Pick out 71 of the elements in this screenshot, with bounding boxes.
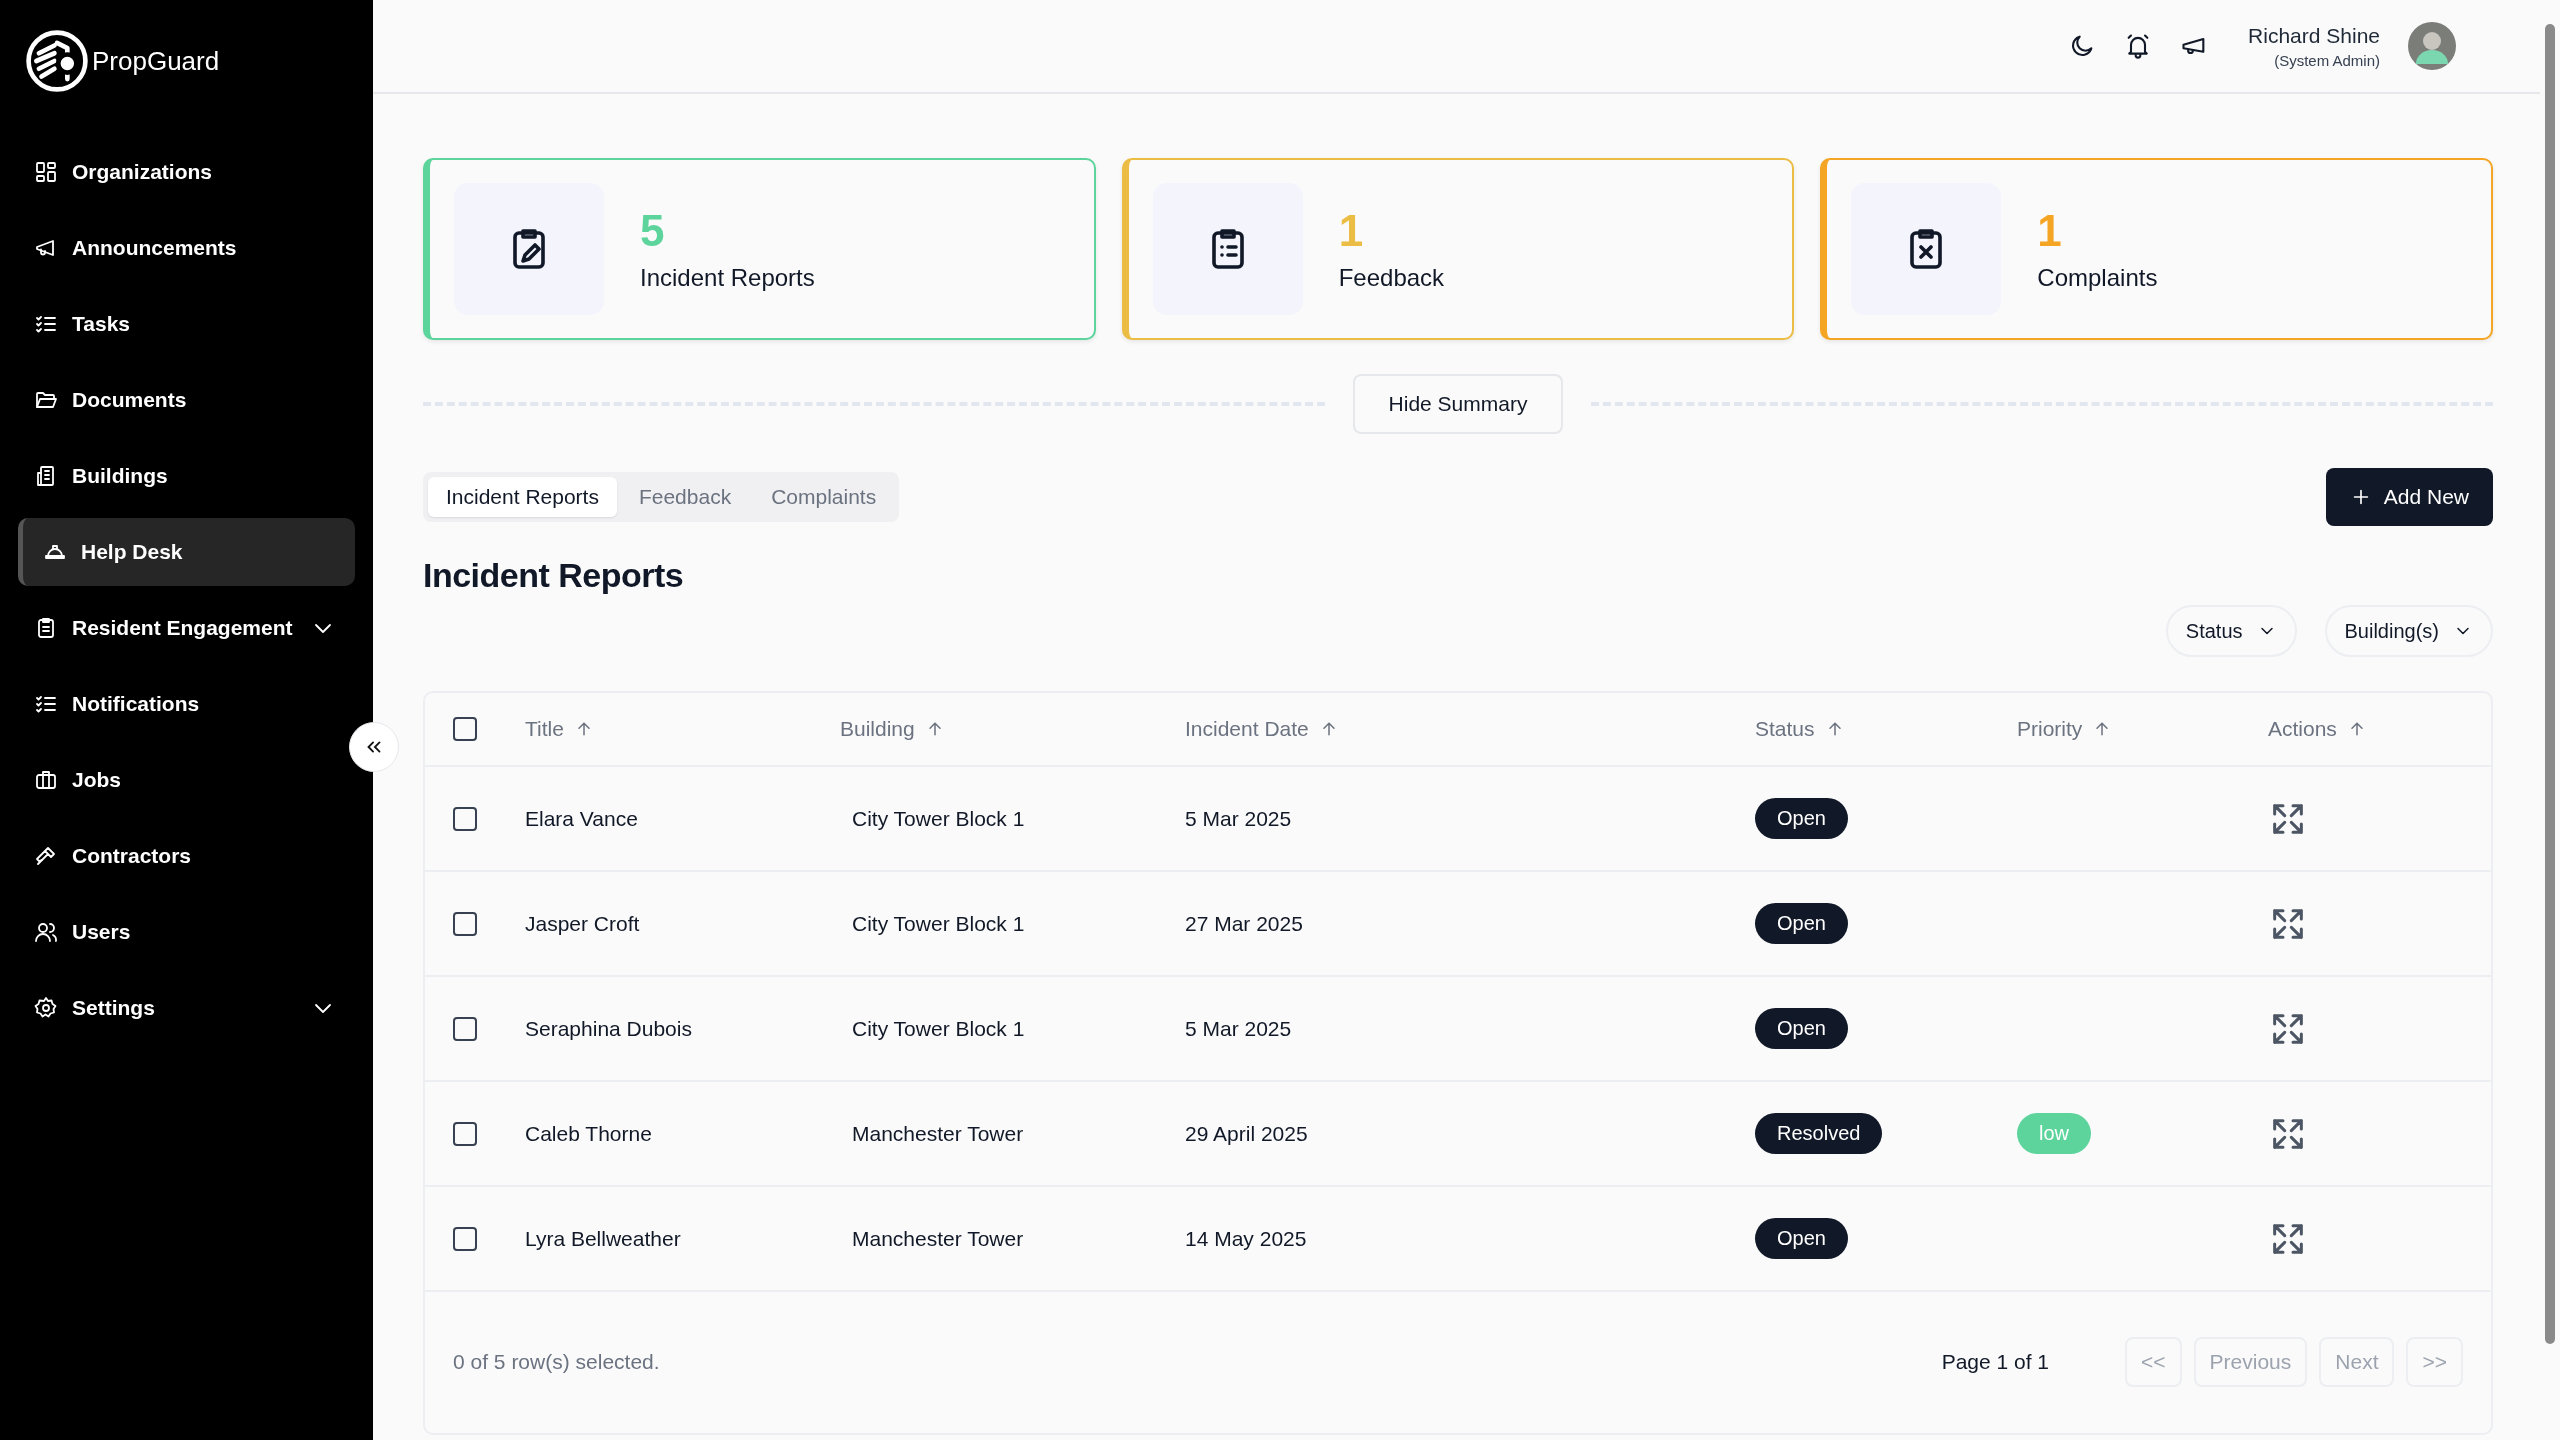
table-cell: 29 April 2025 bbox=[1185, 1121, 1308, 1146]
table-cell: 5 Mar 2025 bbox=[1185, 806, 1292, 831]
sidebar-item[interactable]: Organizations bbox=[18, 138, 355, 206]
column-header[interactable]: Status bbox=[1755, 717, 1845, 741]
sidebar-item[interactable]: Jobs bbox=[18, 746, 355, 814]
briefcase-icon bbox=[34, 768, 58, 792]
tab[interactable]: Complaints bbox=[753, 477, 895, 517]
row-checkbox[interactable] bbox=[453, 1226, 477, 1251]
row-checkbox[interactable] bbox=[453, 1121, 477, 1146]
table-cell: City Tower Block 1 bbox=[852, 806, 1025, 831]
sidebar-item[interactable]: Tasks bbox=[18, 290, 355, 358]
count: 1 bbox=[2037, 206, 2063, 256]
table-cell: 14 May 2025 bbox=[1185, 1226, 1307, 1251]
card-label: Complaints bbox=[2037, 264, 2158, 292]
column-header[interactable]: Title bbox=[525, 717, 594, 741]
row-checkbox[interactable] bbox=[453, 911, 477, 936]
brand-name: PropGuard bbox=[92, 45, 220, 77]
add-new-button[interactable]: Add New bbox=[2325, 468, 2493, 526]
settings-icon bbox=[34, 996, 58, 1020]
sidebar-item[interactable]: Notifications bbox=[18, 670, 355, 738]
card-label: Incident Reports bbox=[640, 264, 815, 292]
table-cell: Seraphina Dubois bbox=[525, 1016, 692, 1041]
grid-icon bbox=[34, 160, 58, 184]
table-cell: 27 Mar 2025 bbox=[1185, 911, 1303, 936]
hammer-icon bbox=[34, 844, 58, 868]
row-checkbox[interactable] bbox=[453, 1016, 477, 1041]
column-header[interactable]: Actions bbox=[2268, 717, 2367, 741]
priority-badge: low bbox=[2017, 1113, 2091, 1154]
sidebar-item[interactable]: Buildings bbox=[18, 442, 355, 510]
sidebar-item[interactable]: Documents bbox=[18, 366, 355, 434]
table-cell: Manchester Tower bbox=[852, 1121, 1024, 1146]
count: 5 bbox=[640, 206, 666, 256]
row-checkbox[interactable] bbox=[453, 806, 477, 831]
user-name: Richard Shine bbox=[2248, 23, 2380, 48]
tab[interactable]: Incident Reports bbox=[428, 477, 617, 517]
sidebar-item[interactable]: Settings bbox=[18, 974, 355, 1042]
sidebar-item[interactable]: Users bbox=[18, 898, 355, 966]
select-all-checkbox[interactable] bbox=[453, 717, 477, 741]
status-badge: Open bbox=[1755, 1218, 1848, 1259]
status-badge: Open bbox=[1755, 1008, 1848, 1049]
sidebar-item[interactable]: Announcements bbox=[18, 214, 355, 282]
tab[interactable]: Feedback bbox=[620, 477, 750, 517]
avatar[interactable] bbox=[2408, 22, 2456, 70]
table-cell: Lyra Bellweather bbox=[525, 1226, 681, 1251]
table-cell: 5 Mar 2025 bbox=[1185, 1016, 1292, 1041]
filter-dropdown[interactable]: Status bbox=[2165, 605, 2297, 657]
table-cell: Elara Vance bbox=[525, 806, 638, 831]
user-role: (System Admin) bbox=[2274, 51, 2380, 69]
table-cell: City Tower Block 1 bbox=[852, 911, 1025, 936]
sidebar-item[interactable]: Contractors bbox=[18, 822, 355, 890]
hide-summary-button[interactable]: Hide Summary bbox=[1352, 374, 1564, 434]
column-header[interactable]: Incident Date bbox=[1185, 717, 1339, 741]
table-cell: City Tower Block 1 bbox=[852, 1016, 1025, 1041]
status-badge: Open bbox=[1755, 798, 1848, 839]
count: 1 bbox=[1338, 206, 1365, 256]
users-icon bbox=[34, 920, 58, 944]
selection-count: 0 of 5 row(s) selected. bbox=[453, 1350, 660, 1374]
card-label: Feedback bbox=[1338, 264, 1445, 292]
page-indicator: Page 1 of 1 bbox=[1941, 1350, 2050, 1374]
filter-dropdown[interactable]: Building(s) bbox=[2324, 605, 2493, 657]
column-header[interactable]: Building bbox=[840, 717, 945, 741]
column-header[interactable]: Priority bbox=[2017, 717, 2113, 741]
table-cell: Caleb Thorne bbox=[525, 1121, 652, 1146]
sidebar-item[interactable]: Resident Engagement bbox=[18, 594, 355, 662]
table-cell: Jasper Croft bbox=[525, 911, 640, 936]
table-cell: Manchester Tower bbox=[852, 1226, 1024, 1251]
logo-icon bbox=[26, 30, 88, 92]
section-title: Incident Reports bbox=[423, 556, 685, 595]
sidebar-item[interactable]: Help Desk bbox=[18, 518, 355, 586]
status-badge: Open bbox=[1755, 903, 1848, 944]
status-badge: Resolved bbox=[1755, 1113, 1883, 1154]
